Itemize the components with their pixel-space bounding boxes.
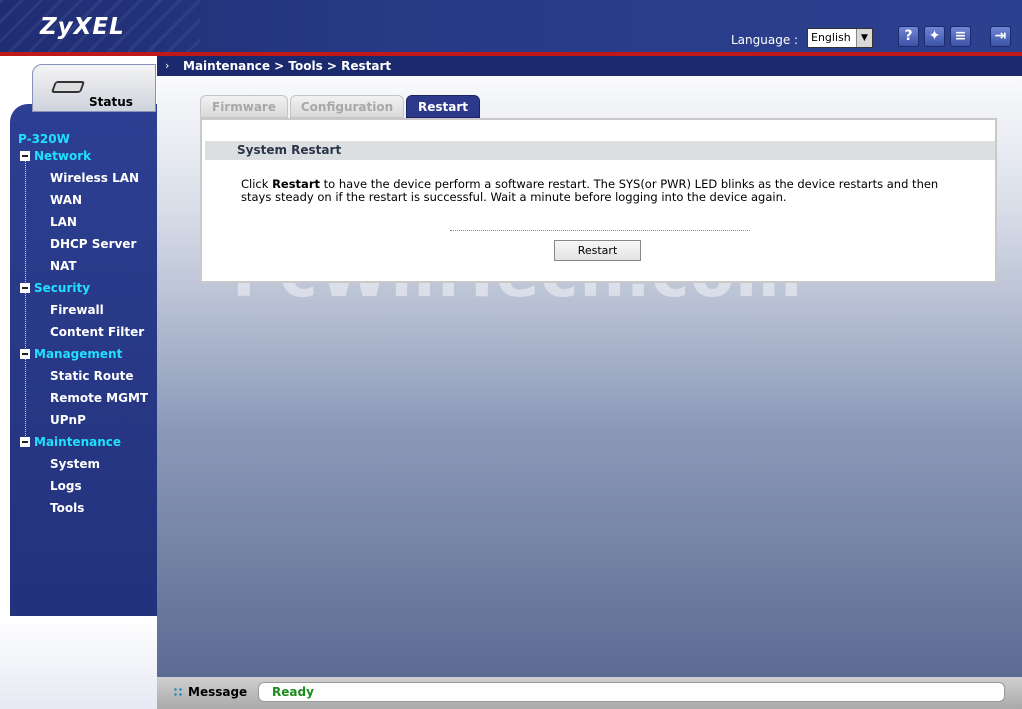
collapse-icon	[20, 283, 30, 293]
nav-group-network[interactable]: Network	[20, 149, 91, 163]
tab-firmware[interactable]: Firmware	[200, 95, 288, 118]
tab-configuration[interactable]: Configuration	[290, 95, 404, 118]
nav-item-firewall[interactable]: Firewall	[50, 303, 104, 317]
section-title: System Restart	[237, 143, 342, 157]
language-value: English	[811, 31, 851, 44]
breadcrumb-arrow-icon: ›	[165, 59, 170, 72]
collapse-icon	[20, 349, 30, 359]
nav-item-dhcp-server[interactable]: DHCP Server	[50, 237, 136, 251]
logout-icon[interactable]: ⇥	[990, 26, 1011, 47]
nav-model[interactable]: P-320W	[18, 132, 70, 146]
nav-item-wireless-lan[interactable]: Wireless LAN	[50, 171, 139, 185]
router-icon	[50, 81, 86, 93]
language-select[interactable]: English ▼	[807, 28, 873, 48]
restart-description: Click Restart to have the device perform…	[241, 177, 939, 204]
sidebar: Status P-320W Network Wireless LAN WAN L…	[0, 56, 157, 709]
section-header: System Restart	[205, 141, 995, 160]
about-icon[interactable]: ≡	[950, 26, 971, 47]
collapse-icon	[20, 151, 30, 161]
main-content: › Maintenance > Tools > Restart Firmware…	[157, 56, 1022, 677]
breadcrumb-bar: › Maintenance > Tools > Restart	[157, 56, 1022, 76]
zyxel-logo: ZyXEL	[40, 14, 125, 40]
status-label: Status	[89, 95, 133, 109]
nav-item-lan[interactable]: LAN	[50, 215, 77, 229]
message-value: Ready	[272, 685, 314, 699]
nav-item-logs[interactable]: Logs	[50, 479, 82, 493]
divider	[450, 230, 750, 231]
tree-connector	[25, 157, 26, 444]
dropdown-arrow-icon: ▼	[856, 29, 872, 47]
restart-button[interactable]: Restart	[554, 240, 641, 261]
restart-panel: System Restart Click Restart to have the…	[200, 118, 997, 283]
nav-item-upnp[interactable]: UPnP	[50, 413, 86, 427]
language-label: Language :	[731, 33, 799, 47]
message-field: Ready	[258, 682, 1005, 702]
wizard-icon[interactable]: ✦	[924, 26, 945, 47]
nav-group-management[interactable]: Management	[20, 347, 122, 361]
nav-item-nat[interactable]: NAT	[50, 259, 77, 273]
help-icon[interactable]: ?	[898, 26, 919, 47]
header: ZyXEL Language : English ▼ ? ✦ ≡ ⇥	[0, 0, 1022, 52]
nav-item-wan[interactable]: WAN	[50, 193, 82, 207]
sidebar-footer	[0, 616, 157, 709]
nav-item-static-route[interactable]: Static Route	[50, 369, 134, 383]
status-tab[interactable]: Status	[32, 64, 156, 112]
status-bar: Message Ready	[157, 677, 1022, 709]
tab-restart[interactable]: Restart	[406, 95, 480, 118]
nav-item-content-filter[interactable]: Content Filter	[50, 325, 144, 339]
breadcrumb: Maintenance > Tools > Restart	[183, 59, 392, 73]
message-icon	[173, 687, 183, 697]
nav-group-security[interactable]: Security	[20, 281, 90, 295]
nav-item-remote-mgmt[interactable]: Remote MGMT	[50, 391, 148, 405]
nav-item-tools[interactable]: Tools	[50, 501, 84, 515]
message-label: Message	[188, 685, 248, 699]
nav-group-maintenance[interactable]: Maintenance	[20, 435, 121, 449]
collapse-icon	[20, 437, 30, 447]
nav-item-system[interactable]: System	[50, 457, 100, 471]
